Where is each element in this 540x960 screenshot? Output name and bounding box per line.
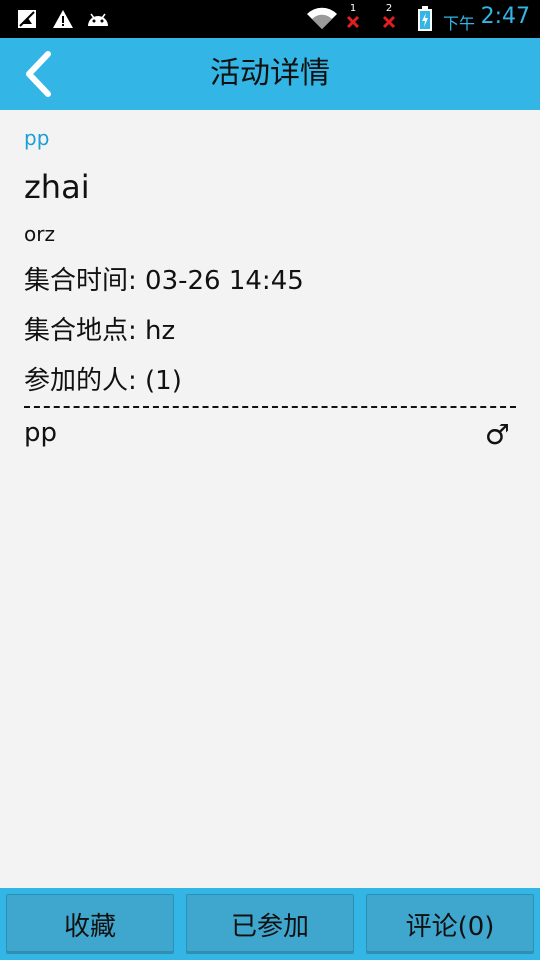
comment-button[interactable]: 评论(0)	[366, 894, 534, 954]
meet-time-label: 集合时间:	[24, 266, 146, 296]
participant-list-item[interactable]: pp ♂	[24, 416, 516, 451]
status-clock: 2:47	[480, 4, 530, 29]
participant-name: pp	[24, 418, 58, 448]
wifi-icon	[306, 6, 338, 32]
activity-detail: pp zhai orz 集合时间: 03-26 14:45 集合地点: hz 参…	[0, 110, 540, 888]
participants-count: (1)	[145, 366, 182, 396]
signal-1-off-icon: 1	[344, 4, 362, 30]
meet-time-value: 03-26 14:45	[145, 266, 304, 296]
no-sim-icon	[16, 6, 38, 32]
activity-description: orz	[24, 222, 55, 246]
back-button[interactable]	[14, 48, 62, 100]
warning-icon	[52, 6, 74, 32]
meet-place-label: 集合地点:	[24, 316, 146, 346]
favorite-button[interactable]: 收藏	[6, 894, 174, 954]
status-ampm: 下午	[443, 14, 476, 33]
sim1-label: 1	[349, 3, 357, 14]
battery-charging-icon	[416, 6, 434, 32]
sim2-label: 2	[385, 3, 393, 14]
dashed-divider	[24, 406, 516, 408]
meet-place-value: hz	[145, 316, 176, 346]
action-bar: 活动详情	[0, 38, 540, 110]
page-title: 活动详情	[210, 56, 330, 91]
bottom-action-bar: 收藏 已参加 评论(0)	[0, 888, 540, 960]
meet-place-row: 集合地点: hz	[24, 310, 175, 347]
activity-name: zhai	[24, 168, 90, 206]
male-icon: ♂	[484, 418, 510, 451]
android-icon	[86, 6, 110, 32]
activity-owner[interactable]: pp	[24, 126, 49, 150]
participants-label: 参加的人:	[24, 366, 146, 396]
participants-row: 参加的人: (1)	[24, 360, 182, 397]
joined-button[interactable]: 已参加	[186, 894, 354, 954]
meet-time-row: 集合时间: 03-26 14:45	[24, 260, 304, 297]
status-bar: 1 2 下午 2:47	[0, 0, 540, 38]
signal-2-off-icon: 2	[380, 4, 398, 30]
chevron-left-icon	[26, 51, 51, 97]
